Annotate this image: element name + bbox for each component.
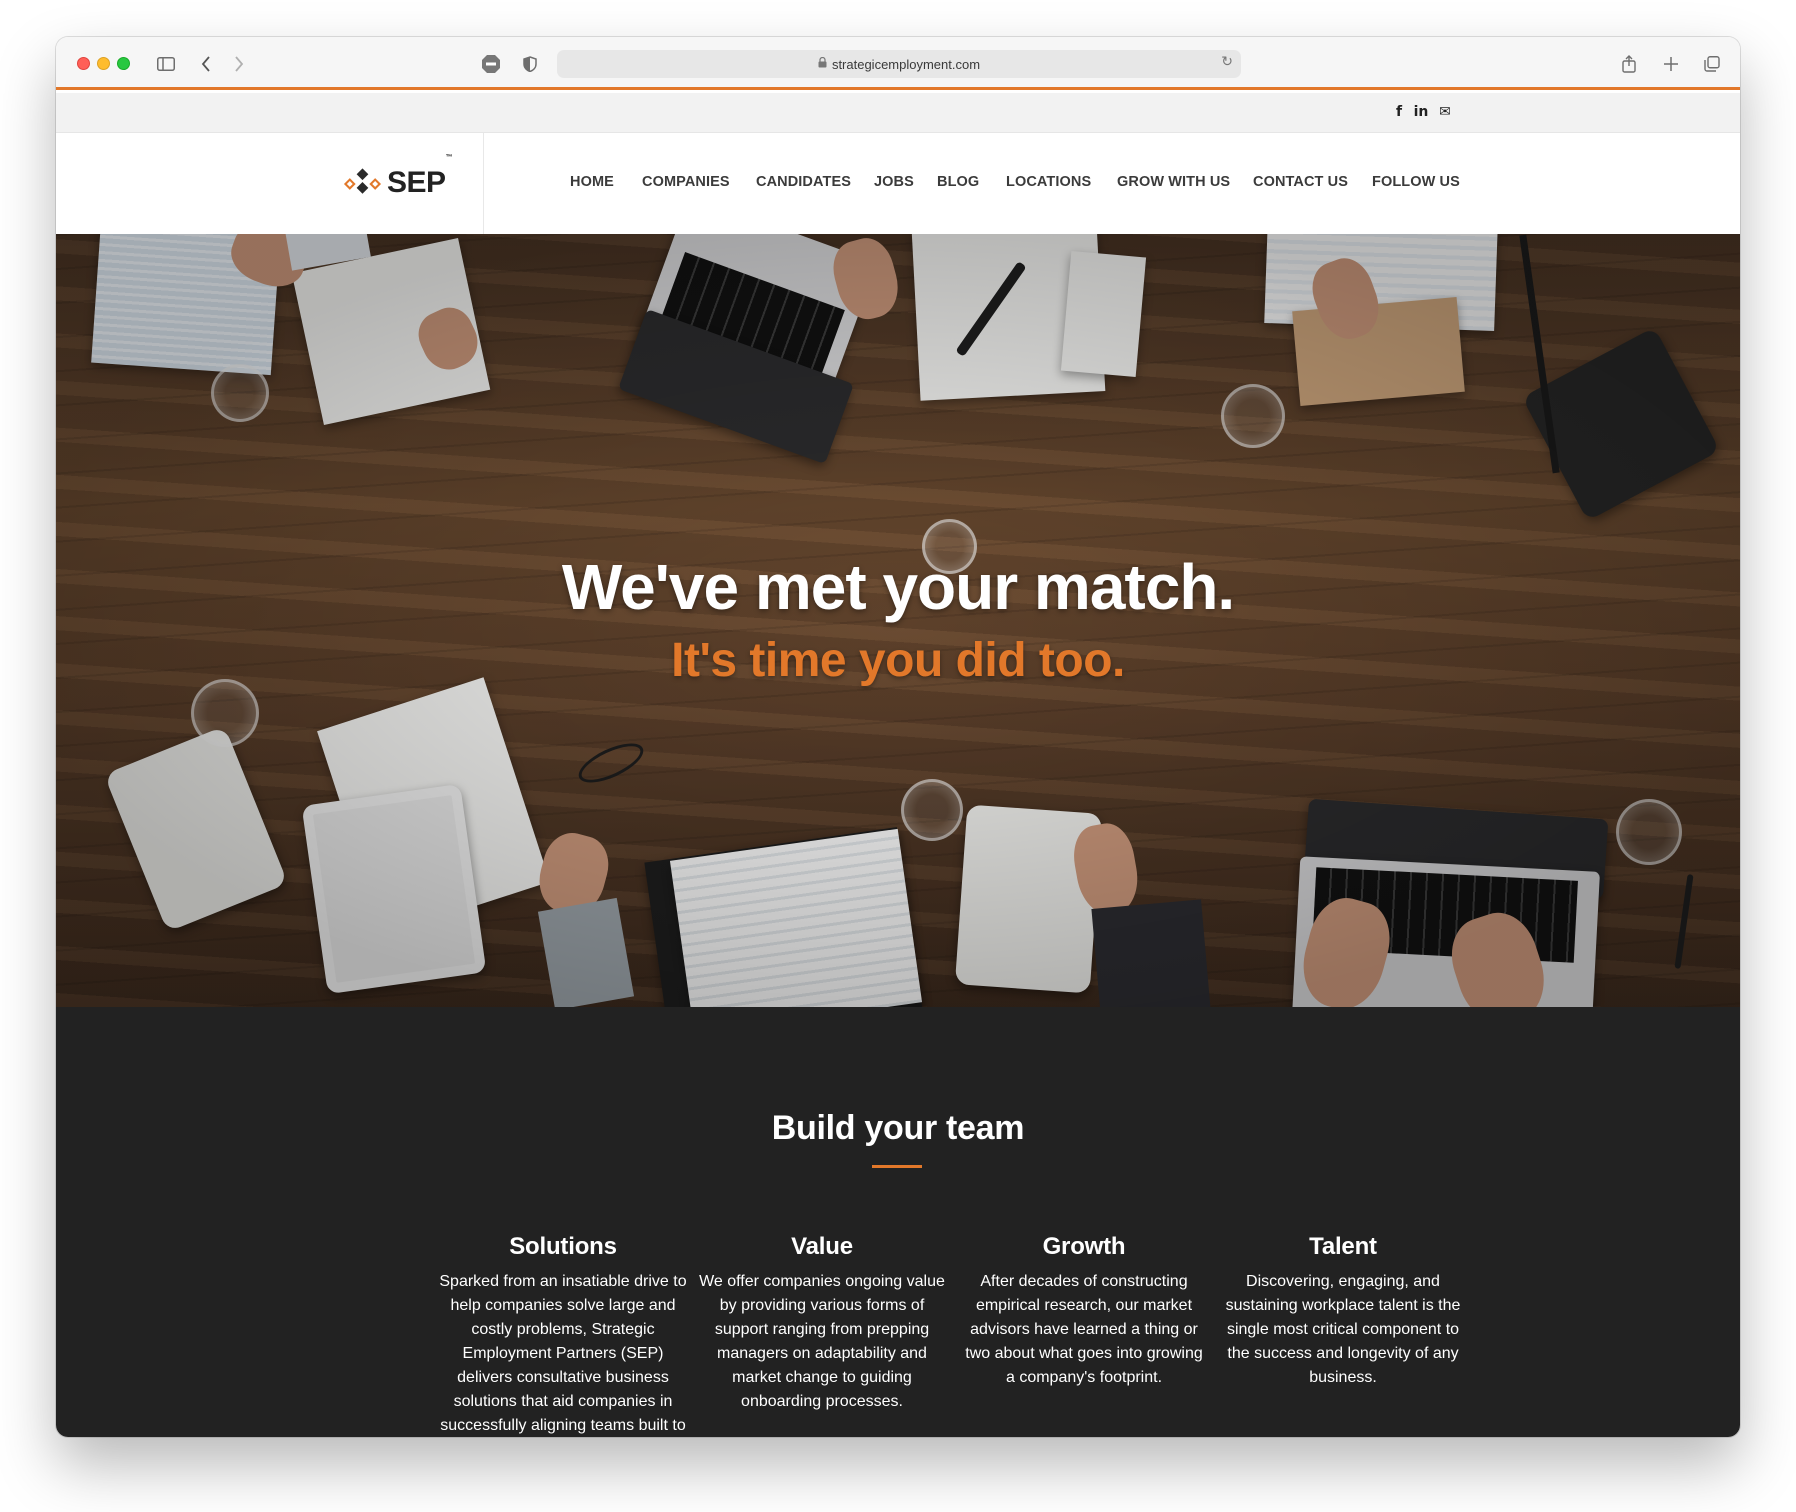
forward-icon[interactable] — [226, 51, 252, 77]
hero-subtitle: It's time you did too. — [671, 634, 1125, 687]
nav-blog[interactable]: BLOG — [937, 174, 979, 190]
nav-candidates[interactable]: CANDIDATES — [756, 174, 851, 190]
close-window-button[interactable] — [77, 57, 90, 70]
new-tab-icon[interactable] — [1658, 51, 1684, 77]
privacy-shield-icon[interactable] — [517, 51, 543, 77]
minimize-window-button[interactable] — [97, 57, 110, 70]
nav-home[interactable]: HOME — [570, 174, 614, 190]
nav-jobs[interactable]: JOBS — [874, 174, 914, 190]
reload-icon[interactable]: ↻ — [1221, 54, 1233, 70]
feature-value: Value We offer companies ongoing value b… — [698, 1233, 946, 1414]
hero-title: We've met your match. — [561, 551, 1235, 623]
feature-text: Discovering, engaging, and sustaining wo… — [1225, 1273, 1461, 1386]
feature-solutions: Solutions Sparked from an insatiable dri… — [439, 1233, 687, 1437]
adblock-icon[interactable] — [478, 51, 504, 77]
site-header: SEP™ HOME COMPANIES CANDIDATES JOBS BLOG… — [56, 133, 1740, 234]
browser-window: strategicemployment.com ↻ f in ✉ SEP™ HO… — [56, 37, 1740, 1437]
share-icon[interactable] — [1616, 51, 1642, 77]
feature-talent: Talent Discovering, engaging, and sustai… — [1219, 1233, 1467, 1390]
feature-growth: Growth After decades of constructing emp… — [960, 1233, 1208, 1390]
feature-text: After decades of constructing empirical … — [965, 1273, 1203, 1386]
zoom-window-button[interactable] — [117, 57, 130, 70]
main-nav: HOME COMPANIES CANDIDATES JOBS BLOG LOCA… — [56, 174, 1740, 194]
social-bar: f in ✉ — [56, 93, 1740, 133]
feature-title: Growth — [1042, 1233, 1126, 1260]
nav-contact-us[interactable]: CONTACT US — [1253, 174, 1348, 190]
browser-toolbar: strategicemployment.com ↻ — [56, 37, 1740, 90]
nav-locations[interactable]: LOCATIONS — [1006, 174, 1091, 190]
feature-text: We offer companies ongoing value by prov… — [699, 1273, 945, 1410]
lock-icon — [818, 56, 827, 71]
facebook-icon[interactable]: f — [1393, 103, 1405, 121]
back-icon[interactable] — [193, 51, 219, 77]
email-icon[interactable]: ✉ — [1436, 103, 1454, 121]
tabs-overview-icon[interactable] — [1699, 51, 1725, 77]
section-accent-rule — [872, 1165, 922, 1168]
section-title: Build your team — [771, 1109, 1025, 1147]
nav-follow-us[interactable]: FOLLOW US — [1372, 174, 1460, 190]
nav-grow-with-us[interactable]: GROW WITH US — [1117, 174, 1230, 190]
feature-text: Sparked from an insatiable drive to help… — [439, 1273, 687, 1434]
linkedin-icon[interactable]: in — [1412, 103, 1430, 121]
nav-companies[interactable]: COMPANIES — [642, 174, 730, 190]
url-text: strategicemployment.com — [831, 56, 981, 72]
feature-title: Value — [791, 1233, 853, 1260]
feature-title: Talent — [1309, 1233, 1377, 1260]
build-team-section: Build your team Solutions Sparked from a… — [56, 1007, 1740, 1437]
address-bar[interactable]: strategicemployment.com ↻ — [557, 50, 1241, 78]
feature-title: Solutions — [509, 1233, 617, 1260]
hero-banner: We've met your match. It's time you did … — [56, 234, 1740, 1007]
sidebar-icon[interactable] — [153, 51, 179, 77]
